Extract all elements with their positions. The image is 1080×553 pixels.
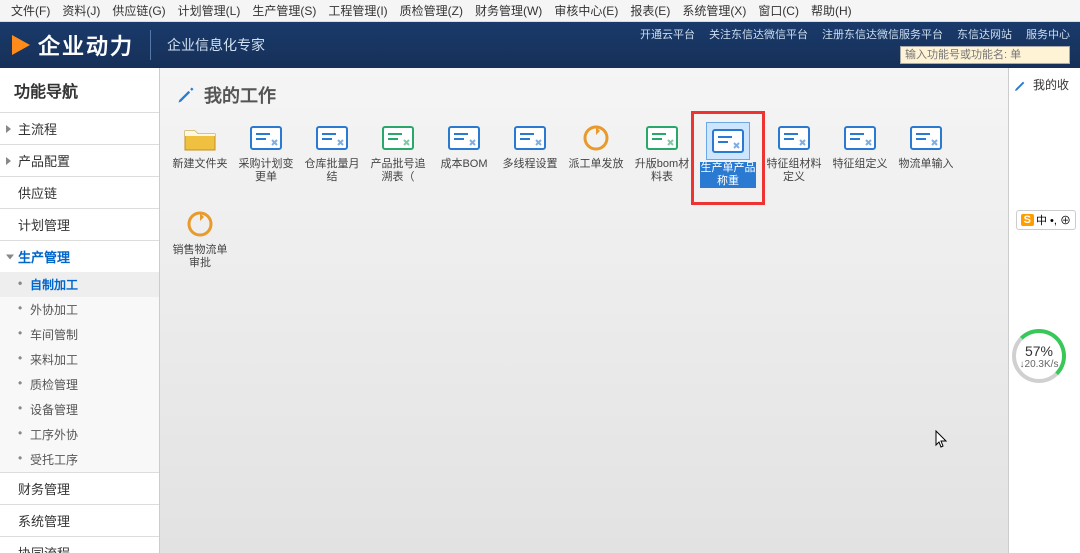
banner-link[interactable]: 关注东信达微信平台 bbox=[709, 26, 808, 42]
logo-icon bbox=[12, 35, 30, 55]
right-panel-title: 我的收 bbox=[1033, 76, 1069, 93]
ime-s-icon: S bbox=[1021, 214, 1034, 226]
search-input[interactable] bbox=[900, 46, 1070, 64]
work-item-label: 成本BOM bbox=[440, 158, 487, 171]
banner-links: 开通云平台关注东信达微信平台注册东信达微信服务平台东信达网站服务中心 bbox=[640, 26, 1070, 42]
sidebar-title: 功能导航 bbox=[0, 68, 159, 112]
doc-icon bbox=[710, 126, 746, 156]
folder-icon bbox=[182, 123, 218, 153]
main-workspace: 我的工作 新建文件夹采购计划变更单仓库批量月结产品批号追溯表（ 成本BOM 多线程设… bbox=[160, 68, 1008, 553]
work-item[interactable]: 销售物流单审批 bbox=[170, 204, 230, 272]
doc-icon bbox=[842, 123, 878, 153]
refresh-icon bbox=[182, 209, 218, 239]
menu-item[interactable]: 窗口(C) bbox=[752, 2, 805, 19]
page-title: 我的工作 bbox=[204, 82, 276, 108]
doc-icon bbox=[380, 123, 416, 153]
menu-item[interactable]: 质检管理(Z) bbox=[394, 2, 469, 19]
speed-percent: 57% bbox=[1025, 343, 1053, 359]
app-logo-text: 企业动力 bbox=[38, 29, 134, 61]
work-item-label: 特征组材料定义 bbox=[766, 158, 822, 184]
sidebar-item[interactable]: 自制加工 bbox=[0, 272, 159, 297]
work-item-label: 物流单输入 bbox=[899, 158, 954, 171]
logo-separator bbox=[150, 30, 151, 60]
doc-icon bbox=[644, 123, 680, 153]
refresh-icon bbox=[578, 123, 614, 153]
app-banner: 企业动力 企业信息化专家 开通云平台关注东信达微信平台注册东信达微信服务平台东信… bbox=[0, 22, 1080, 68]
ime-badge[interactable]: S 中 •, ⊕ bbox=[1016, 210, 1076, 230]
right-panel: 我的收 bbox=[1008, 68, 1080, 553]
speed-rate: ↓20.3K/s bbox=[1020, 359, 1059, 370]
work-item-label: 特征组定义 bbox=[833, 158, 888, 171]
menu-item[interactable]: 审核中心(E) bbox=[548, 2, 624, 19]
menu-item[interactable]: 生产管理(S) bbox=[246, 2, 322, 19]
work-item[interactable]: 升版bom材料表 bbox=[632, 118, 692, 198]
sidebar-group[interactable]: 系统管理 bbox=[0, 504, 159, 536]
doc-icon bbox=[314, 123, 350, 153]
menu-bar[interactable]: 文件(F)资料(J)供应链(G)计划管理(L)生产管理(S)工程管理(I)质检管… bbox=[0, 0, 1080, 22]
work-item[interactable]: 生产单产品称重 bbox=[698, 118, 758, 198]
sidebar-item[interactable]: 设备管理 bbox=[0, 397, 159, 422]
sidebar-item[interactable]: 来料加工 bbox=[0, 347, 159, 372]
work-items-row: 新建文件夹采购计划变更单仓库批量月结产品批号追溯表（ 成本BOM 多线程设置派工单发… bbox=[170, 118, 998, 272]
menu-item[interactable]: 财务管理(W) bbox=[469, 2, 548, 19]
doc-icon bbox=[776, 123, 812, 153]
sidebar-group[interactable]: 计划管理 bbox=[0, 208, 159, 240]
pen-icon bbox=[176, 85, 196, 105]
work-item-label: 采购计划变更单 bbox=[238, 158, 294, 184]
sidebar-group[interactable]: 供应链 bbox=[0, 176, 159, 208]
menu-item[interactable]: 报表(E) bbox=[624, 2, 676, 19]
sidebar-group[interactable]: 财务管理 bbox=[0, 472, 159, 504]
work-item[interactable]: 多线程设置 bbox=[500, 118, 560, 198]
work-item[interactable]: 特征组定义 bbox=[830, 118, 890, 198]
sidebar-group[interactable]: 生产管理 bbox=[0, 240, 159, 272]
work-item-label: 销售物流单审批 bbox=[172, 244, 228, 270]
work-item[interactable]: 采购计划变更单 bbox=[236, 118, 296, 198]
work-item-label: 派工单发放 bbox=[569, 158, 624, 171]
sidebar: 功能导航 主流程产品配置供应链计划管理生产管理自制加工外协加工车间管制来料加工质… bbox=[0, 68, 160, 553]
sidebar-group[interactable]: 协同流程 bbox=[0, 536, 159, 553]
work-item[interactable]: 特征组材料定义 bbox=[764, 118, 824, 198]
ime-text: 中 •, ⊕ bbox=[1036, 212, 1071, 228]
work-item-label: 升版bom材料表 bbox=[634, 158, 690, 184]
work-item[interactable]: 物流单输入 bbox=[896, 118, 956, 198]
menu-item[interactable]: 帮助(H) bbox=[805, 2, 858, 19]
doc-icon bbox=[446, 123, 482, 153]
work-item-label: 生产单产品称重 bbox=[700, 162, 756, 188]
menu-item[interactable]: 资料(J) bbox=[56, 2, 106, 19]
sidebar-item[interactable]: 工序外协 bbox=[0, 422, 159, 447]
app-subtitle: 企业信息化专家 bbox=[167, 35, 265, 55]
banner-link[interactable]: 开通云平台 bbox=[640, 26, 695, 42]
work-item[interactable]: 新建文件夹 bbox=[170, 118, 230, 198]
sidebar-item[interactable]: 质检管理 bbox=[0, 372, 159, 397]
sidebar-item[interactable]: 车间管制 bbox=[0, 322, 159, 347]
doc-icon bbox=[512, 123, 548, 153]
doc-icon bbox=[908, 123, 944, 153]
work-item-label: 多线程设置 bbox=[503, 158, 558, 171]
search-container bbox=[900, 46, 1070, 64]
menu-item[interactable]: 系统管理(X) bbox=[676, 2, 752, 19]
work-item[interactable]: 产品批号追溯表（ bbox=[368, 118, 428, 198]
menu-item[interactable]: 文件(F) bbox=[5, 2, 56, 19]
main-title-row: 我的工作 bbox=[170, 76, 998, 118]
work-item-label: 新建文件夹 bbox=[173, 158, 228, 171]
menu-item[interactable]: 工程管理(I) bbox=[322, 2, 393, 19]
doc-icon bbox=[248, 123, 284, 153]
work-item[interactable]: 成本BOM bbox=[434, 118, 494, 198]
pen-icon bbox=[1013, 77, 1029, 93]
menu-item[interactable]: 供应链(G) bbox=[106, 2, 171, 19]
work-item[interactable]: 仓库批量月结 bbox=[302, 118, 362, 198]
sidebar-group[interactable]: 主流程 bbox=[0, 112, 159, 144]
banner-link[interactable]: 服务中心 bbox=[1026, 26, 1070, 42]
sidebar-item[interactable]: 受托工序 bbox=[0, 447, 159, 472]
banner-link[interactable]: 注册东信达微信服务平台 bbox=[822, 26, 943, 42]
sidebar-group[interactable]: 产品配置 bbox=[0, 144, 159, 176]
mouse-cursor-icon bbox=[935, 430, 949, 450]
sidebar-item[interactable]: 外协加工 bbox=[0, 297, 159, 322]
work-item-label: 产品批号追溯表（ bbox=[370, 158, 426, 184]
download-speed-widget[interactable]: 57% ↓20.3K/s bbox=[1012, 329, 1066, 383]
banner-link[interactable]: 东信达网站 bbox=[957, 26, 1012, 42]
menu-item[interactable]: 计划管理(L) bbox=[172, 2, 247, 19]
work-item[interactable]: 派工单发放 bbox=[566, 118, 626, 198]
work-item-label: 仓库批量月结 bbox=[304, 158, 360, 184]
